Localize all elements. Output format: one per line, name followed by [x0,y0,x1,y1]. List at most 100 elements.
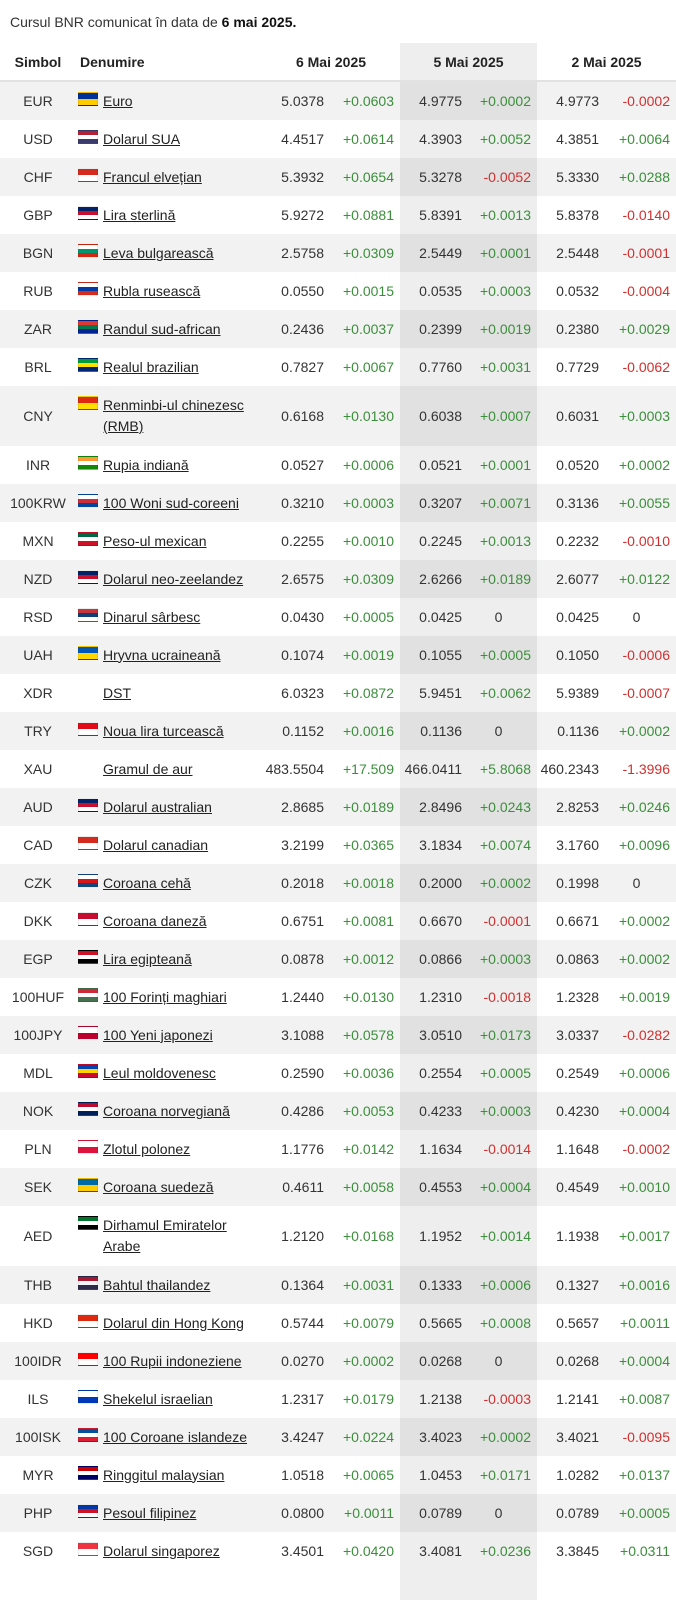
currency-name-link[interactable]: Ringgitul malaysian [103,1465,224,1486]
rate-value-2: 4.9775 [400,81,466,120]
rate-value-2: 5.9451 [419,685,462,701]
currency-name-link[interactable]: Dolarul australian [103,797,212,818]
rate-value-3: 3.4021 [537,1418,603,1456]
rate-change-1: +0.0420 [343,1543,394,1559]
currency-name-cell: Zlotul polonez [76,1130,262,1168]
currency-name-link[interactable]: Dolarul singaporez [103,1541,220,1562]
currency-name-cell: Dolarul SUA [76,120,262,158]
currency-name-cell: Dolarul din Hong Kong [76,1304,262,1342]
rate-value-2: 0.1136 [400,712,466,750]
currency-name-link[interactable]: Dolarul neo-zeelandez [103,569,243,590]
table-row: XDR DST 6.0323 +0.0872 5.9451 +0.0062 5.9389 -0… [0,674,676,712]
rate-value-3: 1.2141 [556,1391,599,1407]
rate-value-3: 3.0337 [537,1016,603,1054]
currency-name-cell: Euro [76,81,262,120]
currency-name-link[interactable]: Dolarul SUA [103,129,180,150]
rate-value-3: 1.1938 [556,1228,599,1244]
currency-name-link[interactable]: Peso-ul mexican [103,531,207,552]
currency-name-link[interactable]: Lira egipteană [103,949,192,970]
rate-change-1: +0.0079 [343,1315,394,1331]
currency-name-cell: Randul sud-african [76,310,262,348]
rate-change-1: +0.0053 [328,1092,400,1130]
currency-name-link[interactable]: Lira sterlină [103,205,175,226]
currency-name-cell: Peso-ul mexican [76,522,262,560]
currency-name-link[interactable]: Pesoul filipinez [103,1503,196,1524]
flag-icon [78,835,98,850]
rate-change-3: -0.0002 [622,1141,670,1157]
currency-name-link[interactable]: Leva bulgarească [103,243,214,264]
currency-name-link[interactable]: Coroana daneză [103,911,207,932]
currency-name-link[interactable]: Francul elvețian [103,167,202,188]
rate-value-2: 5.3278 [400,158,466,196]
currency-name-link[interactable]: Coroana suedeză [103,1177,214,1198]
rate-change-2: +0.0002 [466,1418,537,1456]
flag-icon [78,645,98,660]
currency-name-link[interactable]: DST [103,683,131,704]
flag-icon [78,167,98,182]
flag-icon [78,949,98,964]
rate-value-1: 2.5758 [262,234,328,272]
currency-name-link[interactable]: Bahtul thailandez [103,1275,210,1296]
currency-name-link[interactable]: Euro [103,91,133,112]
rate-change-3: +0.0003 [603,386,676,446]
currency-name-link[interactable]: 100 Woni sud-coreeni [103,493,239,514]
rate-change-1: +0.0189 [328,788,400,826]
rate-value-1: 5.0378 [262,81,328,120]
currency-name-link[interactable]: Noua lira turcească [103,721,224,742]
rate-change-2: +0.0003 [466,940,537,978]
currency-name-link[interactable]: Shekelul israelian [103,1389,213,1410]
rate-change-2: +0.0014 [480,1228,531,1244]
rate-change-2: +0.0013 [480,533,531,549]
rate-value-1: 0.0270 [262,1342,328,1380]
rate-value-3: 0.7729 [556,359,599,375]
currency-name-cell: Renminbi-ul chinezesc (RMB) [76,386,262,446]
currency-symbol: 100JPY [0,1016,76,1054]
currency-name-link[interactable]: 100 Coroane islandeze [103,1427,247,1448]
currency-symbol: RSD [23,609,53,625]
rate-value-1: 483.5504 [265,761,324,777]
currency-name-link[interactable]: Realul brazilian [103,357,199,378]
currency-name-link[interactable]: Dolarul canadian [103,835,208,856]
currency-name-link[interactable]: Randul sud-african [103,319,221,340]
currency-name-link[interactable]: Gramul de aur [103,759,192,780]
rate-change-1: +0.0006 [343,457,394,473]
rate-change-2: +0.0005 [480,1065,531,1081]
currency-name-link[interactable]: Renminbi-ul chinezesc (RMB) [103,395,262,437]
currency-name-cell: Lira egipteană [76,940,262,978]
currency-name-link[interactable]: Dolarul din Hong Kong [103,1313,244,1334]
currency-name-link[interactable]: Leul moldovenesc [103,1063,216,1084]
rate-value-3: 5.8378 [556,207,599,223]
currency-name-link[interactable]: Zlotul polonez [103,1139,190,1160]
flag-icon [78,569,98,584]
table-row: SEK Coroana suedeză 0.4611 +0.0058 0.4553 +0.… [0,1168,676,1206]
flag-icon [78,1313,98,1328]
rate-change-2: -0.0014 [483,1141,531,1157]
table-row: 100JPY 100 Yeni japonezi 3.1088 +0.0578 3.05… [0,1016,676,1054]
currency-name-link[interactable]: Hryvna ucraineană [103,645,221,666]
rate-value-2: 0.0268 [400,1342,466,1380]
rate-value-1: 0.1152 [262,712,328,750]
header-date-2: 5 Mai 2025 [400,43,537,82]
rate-value-2: 0.2399 [400,310,466,348]
currency-name-link[interactable]: 100 Rupii indoneziene [103,1351,242,1372]
table-row: GBP Lira sterlină 5.9272 +0.0881 5.8391 +0.00… [0,196,676,234]
flag-icon [78,1063,98,1078]
currency-name-link[interactable]: Rupia indiană [103,455,189,476]
currency-symbol: 100IDR [0,1342,76,1380]
currency-name-link[interactable]: 100 Forinți maghiari [103,987,227,1008]
rate-value-3: 0.1998 [537,864,603,902]
rate-change-3: +0.0006 [619,1065,670,1081]
currency-name-link[interactable]: Coroana cehă [103,873,191,894]
currency-name-link[interactable]: Rubla rusească [103,281,200,302]
currency-name-link[interactable]: 100 Yeni japonezi [103,1025,213,1046]
rate-value-3: 1.1648 [556,1141,599,1157]
currency-name-link[interactable]: Dirhamul Emiratelor Arabe [103,1215,262,1257]
currency-name-link[interactable]: Dinarul sârbesc [103,607,200,628]
currency-name-link[interactable]: Coroana norvegiană [103,1101,230,1122]
currency-name-cell: DST [76,674,262,712]
rate-change-2: -0.0001 [483,913,531,929]
rate-value-2: 0.2000 [400,864,466,902]
flag-icon [78,1025,98,1040]
flag-icon [78,1427,98,1442]
table-row: ILS Shekelul israelian 1.2317 +0.0179 1.2138… [0,1380,676,1418]
